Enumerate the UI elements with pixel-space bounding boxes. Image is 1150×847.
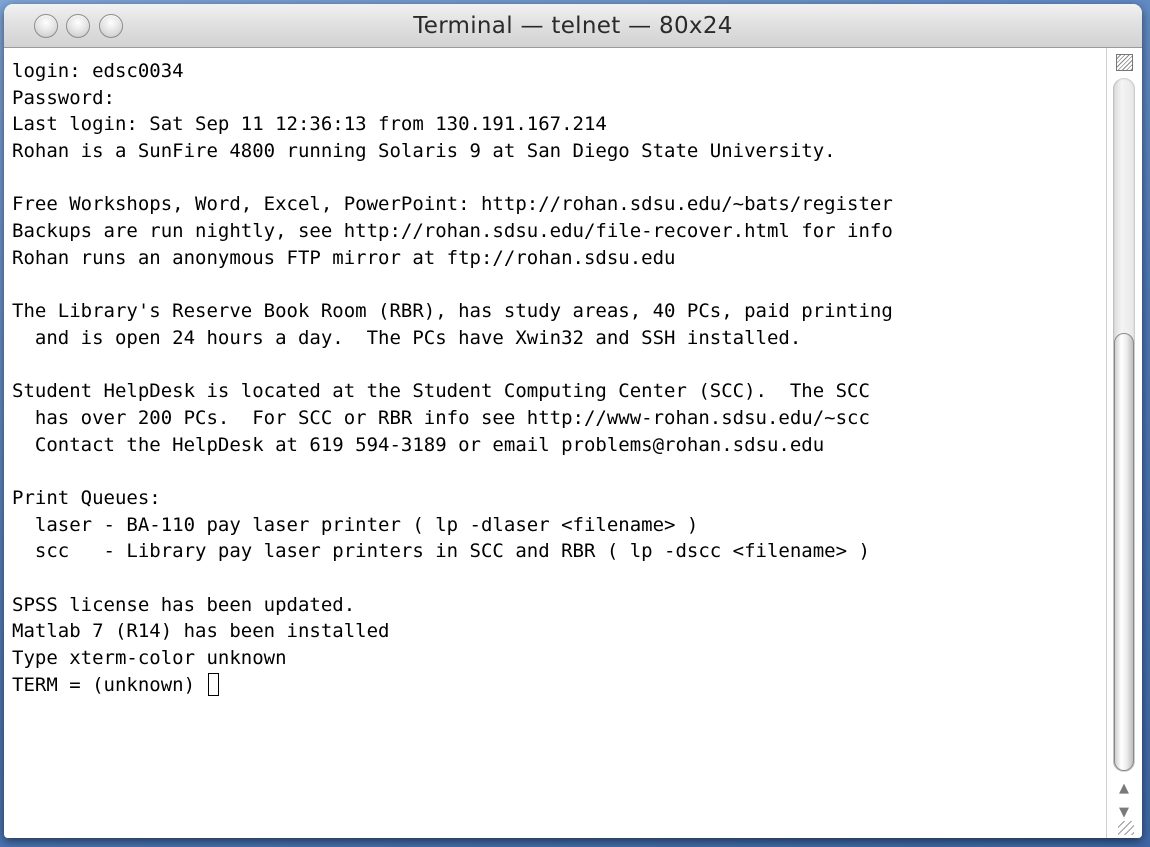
terminal-line: Backups are run nightly, see http://roha… <box>12 220 893 243</box>
terminal-line: Print Queues: <box>12 487 161 509</box>
prompt-text: TERM = (unknown) <box>12 673 207 696</box>
terminal-line: has over 200 PCs. For SCC or RBR info se… <box>12 406 870 429</box>
terminal-window: Terminal — telnet — 80x24 login: edsc003… <box>4 4 1142 838</box>
title-bar[interactable]: Terminal — telnet — 80x24 <box>4 4 1142 48</box>
resize-grip-icon[interactable] <box>1118 821 1134 835</box>
terminal-line: Student HelpDesk is located at the Stude… <box>12 380 870 403</box>
terminal-line: Type xterm-color unknown <box>12 647 287 670</box>
terminal-line: scc - Library pay laser printers in SCC … <box>12 540 870 563</box>
terminal-line: Rohan is a SunFire 4800 running Solaris … <box>12 140 836 163</box>
scroll-up-arrow-icon[interactable]: ▲ <box>1113 778 1135 800</box>
text-cursor <box>208 672 220 696</box>
terminal-line: SPSS license has been updated. <box>12 593 356 616</box>
terminal-line: Rohan runs an anonymous FTP mirror at ft… <box>12 246 676 269</box>
split-pane-icon[interactable] <box>1116 54 1133 71</box>
terminal-line: Password: <box>12 86 115 109</box>
terminal-line: The Library's Reserve Book Room (RBR), h… <box>12 300 893 323</box>
terminal-line: Matlab 7 (R14) has been installed <box>12 620 390 643</box>
terminal-line: Free Workshops, Word, Excel, PowerPoint:… <box>12 193 893 216</box>
terminal-line: login: edsc0034 <box>12 60 184 82</box>
terminal-line: Contact the HelpDesk at 619 594-3189 or … <box>12 433 825 456</box>
window-title: Terminal — telnet — 80x24 <box>413 13 733 39</box>
terminal-line: laser - BA-110 pay laser printer ( lp -d… <box>12 513 699 536</box>
scroll-thumb[interactable] <box>1114 333 1134 771</box>
prompt-line[interactable]: TERM = (unknown) <box>12 672 1106 699</box>
terminal-line: and is open 24 hours a day. The PCs have… <box>12 326 802 349</box>
terminal-line: Last login: Sat Sep 11 12:36:13 from 130… <box>12 113 607 136</box>
vertical-scrollbar[interactable]: ▲ ▼ <box>1106 48 1142 838</box>
terminal-content[interactable]: login: edsc0034 Password: Last login: Sa… <box>4 48 1106 838</box>
